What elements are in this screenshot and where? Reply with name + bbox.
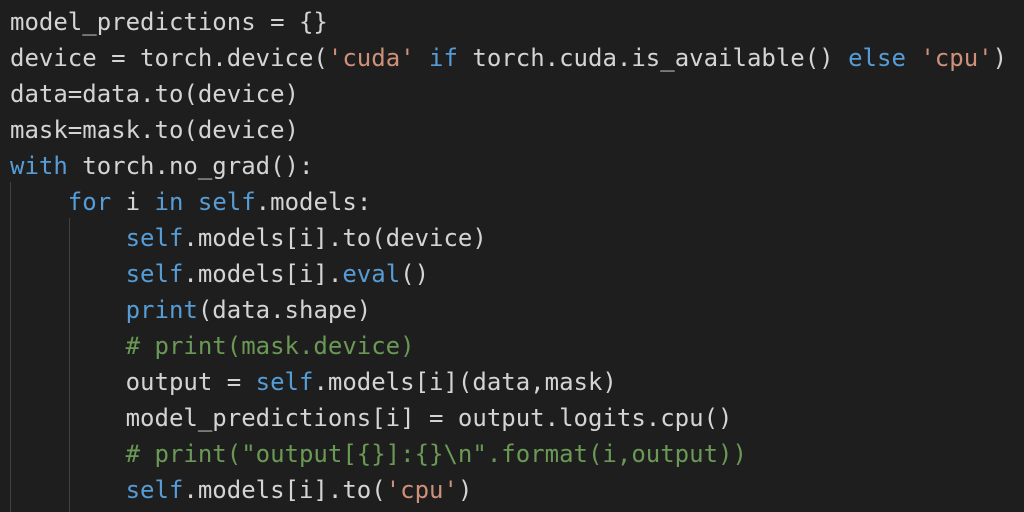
code-token: device = torch.device( [10, 44, 328, 72]
code-line[interactable]: self.models[i].to('cpu') [10, 472, 473, 508]
keyword-token: self [255, 368, 314, 396]
keyword-token: self [197, 188, 256, 216]
code-line[interactable]: for i in self.models: [10, 184, 371, 220]
keyword-token: with [10, 152, 68, 180]
keyword-token: in [154, 188, 184, 216]
string-token: 'cpu' [385, 476, 458, 504]
code-line[interactable]: # print("output[{}]:{}\n".format(i,outpu… [10, 436, 747, 472]
code-token: .models[i].to(device) [183, 224, 487, 252]
code-line[interactable]: output = self.models[i](data,mask) [10, 364, 617, 400]
keyword-token: for [67, 188, 112, 216]
code-token: () [400, 260, 430, 288]
keyword-token: self [125, 476, 184, 504]
keyword-token: self [125, 260, 184, 288]
keyword-token: if [429, 44, 458, 72]
comment-token: # print("output[{}]:{}\n".format(i,outpu… [125, 440, 747, 468]
code-line[interactable]: model_predictions = {} [10, 4, 328, 40]
code-line[interactable]: # print(mask.device) [10, 328, 415, 364]
code-token: mask=mask.to(device) [10, 116, 299, 144]
code-token: ) [992, 44, 1008, 72]
code-line[interactable]: model_predictions[i] = output.logits.cpu… [10, 400, 733, 436]
keyword-token: self [125, 224, 184, 252]
keyword-token: eval [342, 260, 401, 288]
code-token: ) [457, 476, 473, 504]
code-token: torch.cuda.is_available() [457, 44, 849, 72]
code-line[interactable]: mask=mask.to(device) [10, 112, 299, 148]
code-token: i [111, 188, 155, 216]
string-token: 'cuda' [327, 44, 415, 72]
code-line[interactable]: self.models[i].eval() [10, 256, 429, 292]
code-line[interactable]: self.models[i].to(device) [10, 220, 487, 256]
code-line[interactable]: print(data.shape) [10, 292, 372, 328]
code-token: .models[i]. [183, 260, 343, 288]
keyword-token: else [848, 44, 906, 72]
code-token: model_predictions[i] = output.logits.cpu… [10, 404, 733, 432]
code-line[interactable]: with torch.no_grad(): [10, 148, 313, 184]
keyword-token: print [125, 296, 198, 324]
code-token: data=data.to(device) [10, 80, 299, 108]
code-token: torch.no_grad(): [67, 152, 314, 180]
code-token: .models[i].to( [183, 476, 386, 504]
code-token: output = [10, 368, 256, 396]
code-token: .models: [255, 188, 372, 216]
code-token: (data.shape) [197, 296, 372, 324]
code-editor[interactable]: model_predictions = {} device = torch.dev… [0, 0, 1024, 512]
code-line[interactable]: device = torch.device('cuda' if torch.cu… [10, 40, 1007, 76]
string-token: 'cpu' [920, 44, 993, 72]
code-token: model_predictions = {} [10, 8, 328, 36]
code-token: .models[i](data,mask) [313, 368, 617, 396]
code-line[interactable]: data=data.to(device) [10, 76, 299, 112]
comment-token: # print(mask.device) [125, 332, 415, 360]
